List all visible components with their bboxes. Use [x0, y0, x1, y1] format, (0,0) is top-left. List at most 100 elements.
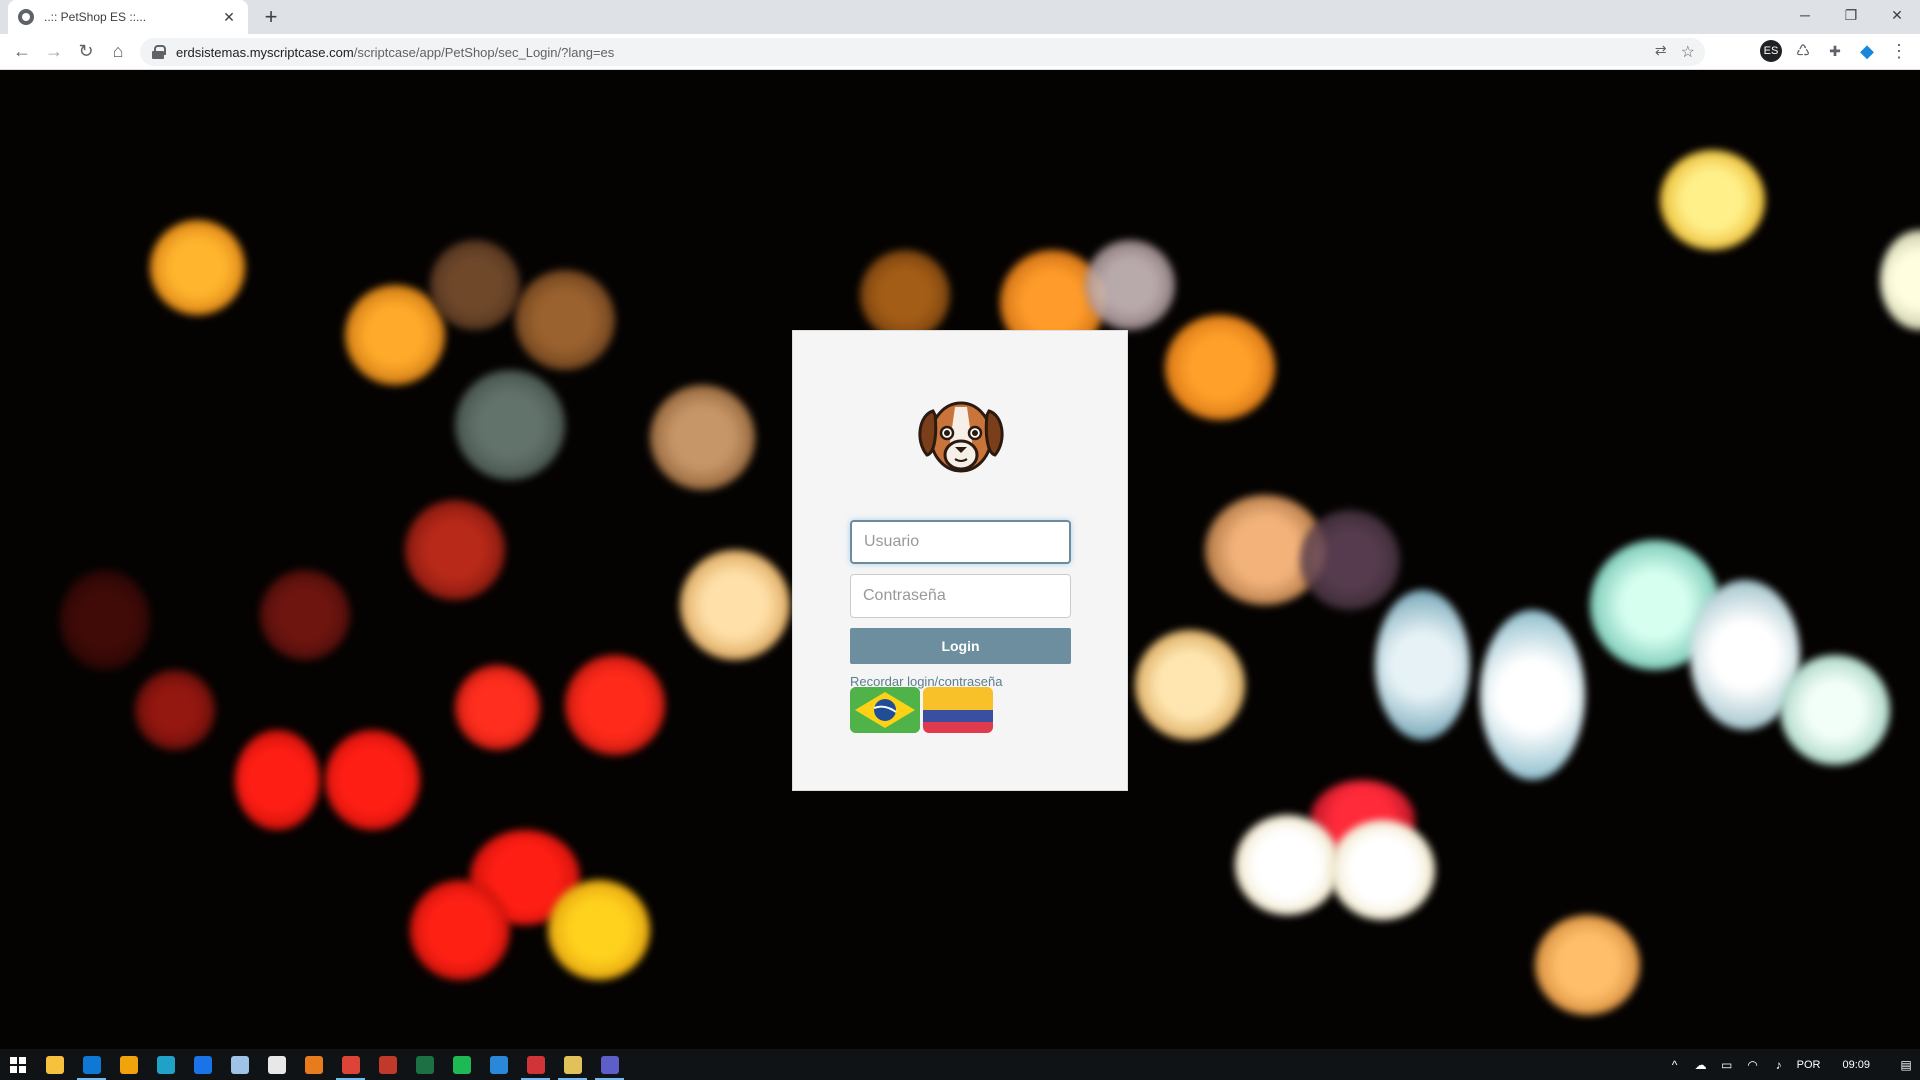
teams-taskbar-button[interactable] [591, 1049, 628, 1080]
bookmark-star-icon[interactable]: ☆ [1681, 42, 1695, 62]
back-button[interactable]: ← [6, 36, 38, 68]
menu-dots-icon[interactable]: ⋮ [1888, 40, 1910, 62]
reload-button[interactable]: ↻ [70, 36, 102, 68]
browser-tabstrip: ..:: PetShop ES ::... ✕ + ─ ❐ ✕ [0, 0, 1920, 34]
windows-logo-icon [10, 1056, 26, 1073]
excel-taskbar-button[interactable] [406, 1049, 443, 1080]
bokeh-light [1330, 820, 1435, 920]
notes-icon [230, 1055, 249, 1074]
chevron-up-icon[interactable]: ^ [1667, 1057, 1683, 1073]
bokeh-light [1235, 815, 1340, 915]
bokeh-light [1300, 510, 1400, 610]
bokeh-light [1135, 630, 1245, 740]
tab-title: ..:: PetShop ES ::... [44, 10, 147, 24]
translate-icon[interactable]: ⇄ [1655, 42, 1667, 62]
teams-icon [600, 1055, 619, 1074]
restore-button[interactable]: ❐ [1828, 0, 1874, 30]
wifi-icon[interactable]: ◠ [1745, 1057, 1761, 1073]
outlook-icon [82, 1055, 101, 1074]
brazil-flag-icon[interactable] [850, 687, 920, 733]
paint-icon [378, 1055, 397, 1074]
files-taskbar-button[interactable] [554, 1049, 591, 1080]
chrome-icon [341, 1055, 360, 1074]
es-extension-icon[interactable]: ES [1760, 40, 1782, 62]
sublime-taskbar-button[interactable] [295, 1049, 332, 1080]
clock[interactable]: 09:09 [1842, 1059, 1870, 1071]
bokeh-light [135, 670, 215, 750]
bokeh-light [345, 285, 445, 385]
window-close-button[interactable]: ✕ [1874, 0, 1920, 30]
bokeh-light [235, 730, 320, 830]
windows-taskbar: ^ ☁ ▭ ◠ ♪ POR 09:09 ▤ [0, 1049, 1920, 1080]
outlook-taskbar-button[interactable] [73, 1049, 110, 1080]
new-tab-button[interactable]: + [258, 4, 284, 30]
minimize-button[interactable]: ─ [1782, 0, 1828, 30]
mail-icon [193, 1055, 212, 1074]
notes-taskbar-button[interactable] [221, 1049, 258, 1080]
cloud-icon[interactable]: ☁ [1693, 1057, 1709, 1073]
brave-like-taskbar-button[interactable] [258, 1049, 295, 1080]
notifications-icon[interactable]: ▤ [1898, 1057, 1914, 1073]
tab-close-button[interactable]: ✕ [220, 9, 238, 26]
sublime-icon [304, 1055, 323, 1074]
username-input[interactable] [850, 520, 1071, 564]
url-path: /scriptcase/app/PetShop/sec_Login/?lang=… [353, 44, 615, 60]
edge-taskbar-button[interactable] [147, 1049, 184, 1080]
bokeh-light [455, 665, 540, 750]
colombia-flag-icon[interactable] [923, 687, 993, 733]
excel-icon [415, 1055, 434, 1074]
puzzle-extensions-icon[interactable]: ✚ [1824, 40, 1846, 62]
lock-icon[interactable] [152, 45, 166, 59]
bokeh-light [1375, 590, 1470, 740]
bokeh-light [455, 370, 565, 480]
bokeh-light [1535, 915, 1640, 1015]
spotify-taskbar-button[interactable] [443, 1049, 480, 1080]
dog-logo-icon [918, 401, 1004, 473]
brave-like-icon [267, 1055, 286, 1074]
globe-icon [18, 9, 34, 25]
bokeh-light [150, 220, 245, 315]
bokeh-light [1660, 150, 1765, 250]
bokeh-light [680, 550, 790, 660]
login-button[interactable]: Login [850, 628, 1071, 664]
extensions-area: ES ♺ ✚ ◆ ⋮ [1760, 40, 1910, 62]
omnibox-actions: ⇄ ☆ [1655, 42, 1695, 62]
window-controls: ─ ❐ ✕ [1782, 0, 1920, 30]
bokeh-light [430, 240, 520, 330]
blue-extension-icon[interactable]: ◆ [1856, 40, 1878, 62]
edge-icon [156, 1055, 175, 1074]
document-icon [489, 1055, 508, 1074]
bokeh-light [325, 730, 420, 830]
system-tray: ^ ☁ ▭ ◠ ♪ POR 09:09 ▤ [1667, 1049, 1920, 1080]
recycle-extension-icon[interactable]: ♺ [1792, 40, 1814, 62]
bokeh-light [405, 500, 505, 600]
bokeh-light [410, 880, 510, 980]
volume-icon[interactable]: ♪ [1771, 1057, 1787, 1073]
bokeh-light [515, 270, 615, 370]
bokeh-light [860, 250, 950, 340]
chrome-taskbar-button[interactable] [332, 1049, 369, 1080]
login-card: Login Recordar login/contraseña [792, 330, 1128, 791]
password-input[interactable] [850, 574, 1071, 618]
file-explorer-taskbar-button[interactable] [36, 1049, 73, 1080]
language-indicator[interactable]: POR [1797, 1059, 1821, 1071]
paint-taskbar-button[interactable] [369, 1049, 406, 1080]
bokeh-light [1480, 610, 1585, 780]
shield-app-icon [526, 1055, 545, 1074]
browser-tab[interactable]: ..:: PetShop ES ::... ✕ [8, 0, 248, 34]
mail-taskbar-button[interactable] [184, 1049, 221, 1080]
battery-icon[interactable]: ▭ [1719, 1057, 1735, 1073]
bokeh-light [548, 880, 650, 980]
url-host: erdsistemas.myscriptcase.com [176, 44, 354, 60]
forward-button[interactable]: → [38, 36, 70, 68]
file-explorer-icon [45, 1055, 64, 1074]
browser-toolbar: ← → ↻ ⌂ erdsistemas.myscriptcase.com /sc… [0, 34, 1920, 70]
bokeh-light [1085, 240, 1175, 330]
start-button[interactable] [0, 1049, 36, 1080]
files-icon [563, 1055, 582, 1074]
home-button[interactable]: ⌂ [102, 36, 134, 68]
shield-app-taskbar-button[interactable] [517, 1049, 554, 1080]
document-taskbar-button[interactable] [480, 1049, 517, 1080]
sticky-app-taskbar-button[interactable] [110, 1049, 147, 1080]
address-bar[interactable]: erdsistemas.myscriptcase.com /scriptcase… [140, 38, 1705, 66]
